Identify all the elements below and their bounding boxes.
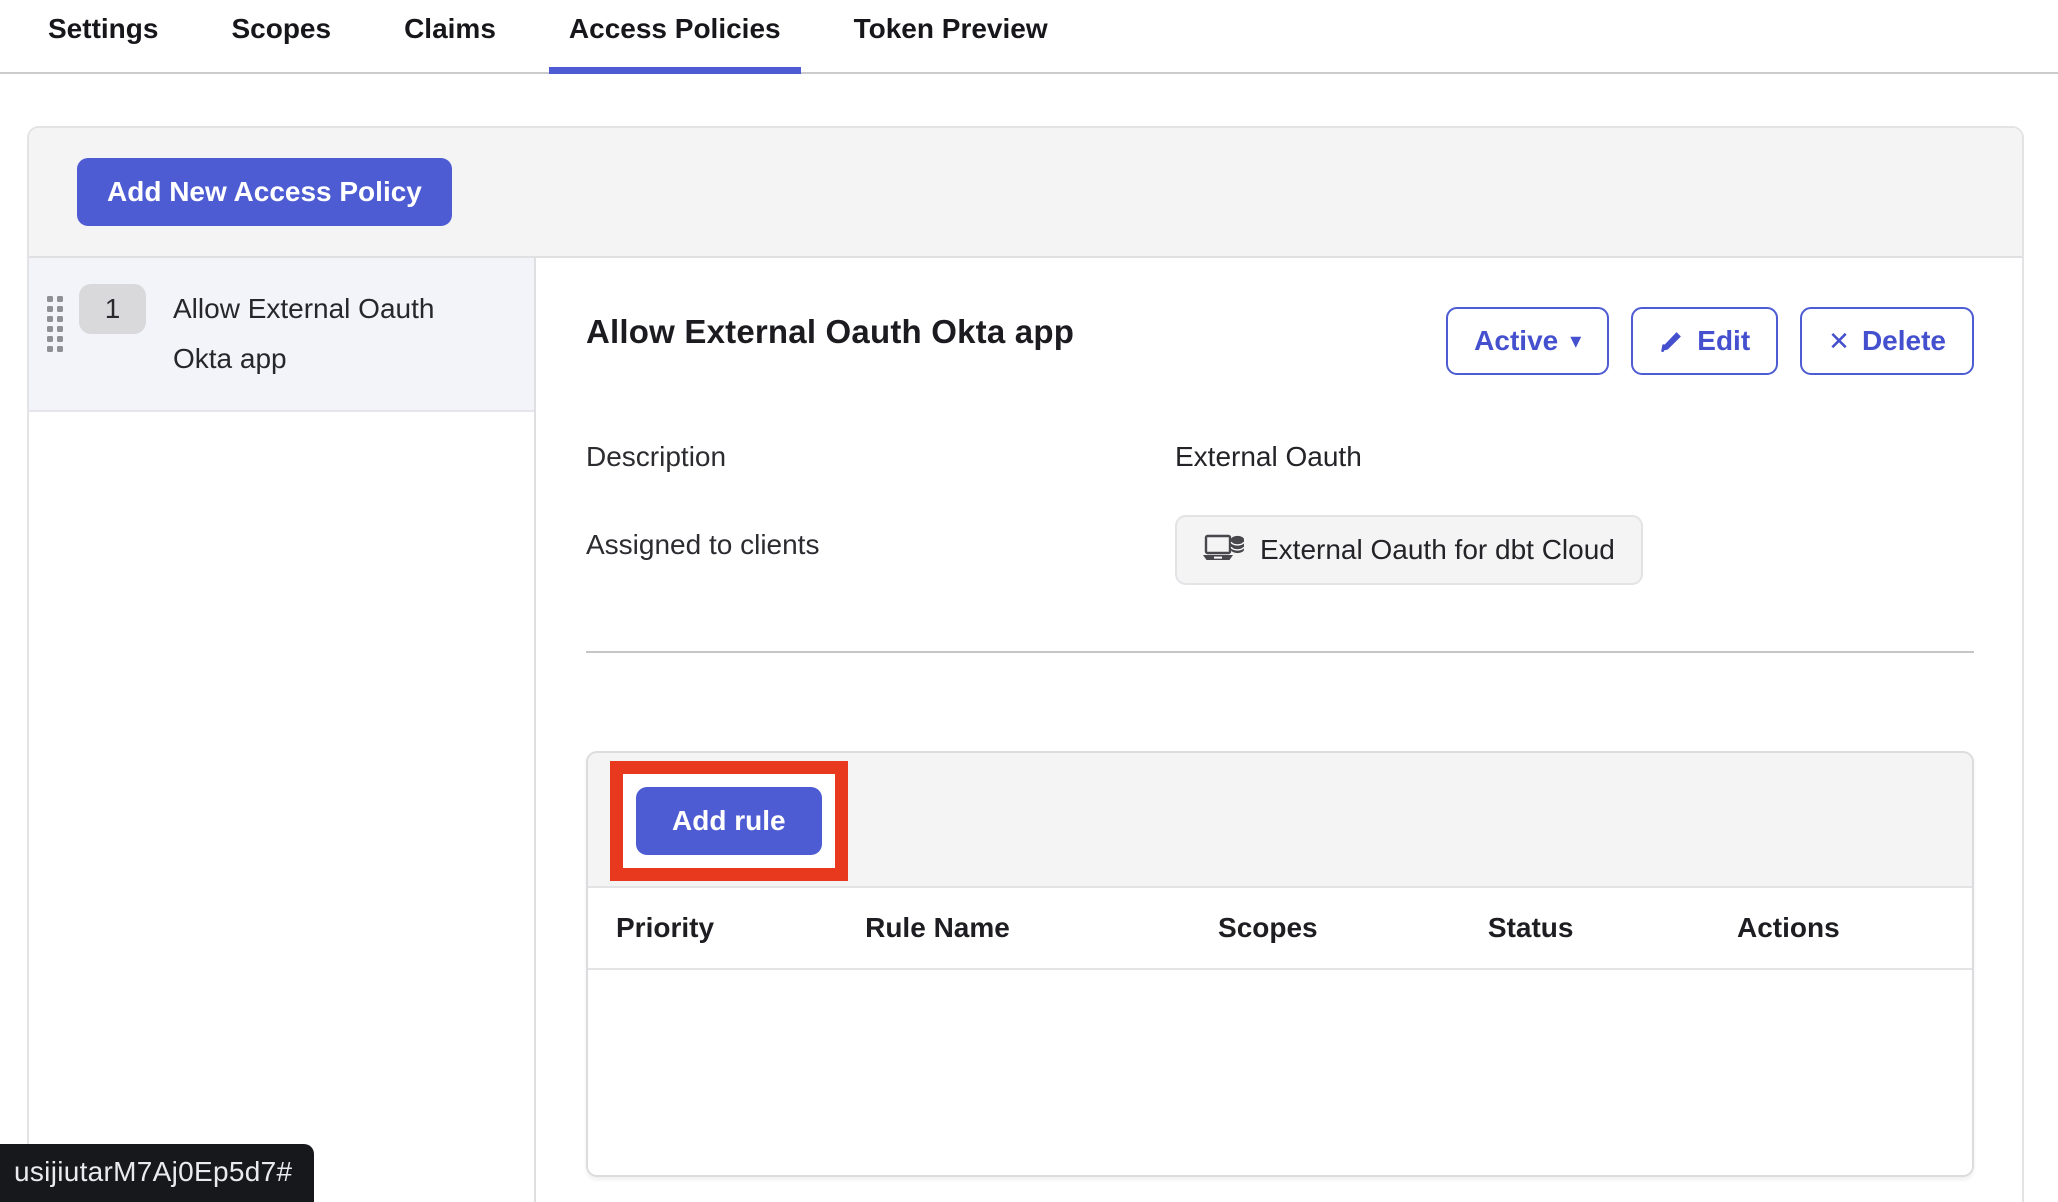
chevron-down-icon: ▾: [1570, 330, 1581, 352]
status-bar-url-tooltip: usijiutarM7Aj0Ep5d7#: [0, 1144, 314, 1202]
rules-table-empty-body: [588, 970, 1972, 1175]
add-rule-button[interactable]: Add rule: [636, 787, 822, 855]
policy-list: 1 Allow External Oauth Okta app: [29, 258, 536, 1202]
client-laptop-database-icon: [1203, 533, 1245, 567]
column-scopes: Scopes: [1190, 888, 1460, 968]
status-dropdown-button[interactable]: Active ▾: [1446, 307, 1609, 375]
policy-actions: Active ▾ Edit ✕ De: [1446, 307, 1974, 375]
column-status: Status: [1460, 888, 1709, 968]
policy-list-item[interactable]: 1 Allow External Oauth Okta app: [29, 258, 534, 412]
column-priority: Priority: [588, 888, 837, 968]
tabs-nav: Settings Scopes Claims Access Policies T…: [28, 0, 1068, 72]
column-actions: Actions: [1709, 888, 1972, 968]
assigned-client-chip-label: External Oauth for dbt Cloud: [1260, 534, 1615, 566]
status-dropdown-label: Active: [1474, 325, 1558, 357]
rules-table-header: Priority Rule Name Scopes Status Actions: [588, 888, 1972, 970]
policy-fields: Description External Oauth Assigned to c…: [586, 427, 1974, 585]
delete-button[interactable]: ✕ Delete: [1800, 307, 1974, 375]
access-policies-panel: Add New Access Policy 1 Allow External O…: [27, 126, 2024, 1202]
policy-detail-panel: Allow External Oauth Okta app Active ▾: [536, 258, 2022, 1202]
tab-bar: Settings Scopes Claims Access Policies T…: [0, 0, 2058, 74]
assigned-client-chip[interactable]: External Oauth for dbt Cloud: [1175, 515, 1643, 585]
delete-button-label: Delete: [1862, 325, 1946, 357]
policy-title: Allow External Oauth Okta app: [586, 313, 1074, 351]
edit-button[interactable]: Edit: [1631, 307, 1778, 375]
policy-name-label: Allow External Oauth Okta app: [173, 284, 468, 384]
section-divider: [586, 651, 1974, 653]
description-label: Description: [586, 427, 1175, 473]
policy-priority-badge: 1: [79, 284, 146, 334]
assigned-to-clients-label: Assigned to clients: [586, 515, 1175, 561]
pencil-icon: [1659, 328, 1685, 354]
tab-token-preview[interactable]: Token Preview: [834, 0, 1068, 74]
add-new-access-policy-button[interactable]: Add New Access Policy: [77, 158, 452, 226]
drag-handle-icon[interactable]: [47, 296, 63, 352]
rules-card: Add rule Priority Rule Name Scopes Statu…: [586, 751, 1974, 1177]
rules-toolbar: Add rule: [588, 753, 1972, 888]
annotation-highlight-box: Add rule: [610, 761, 848, 881]
column-rule-name: Rule Name: [837, 888, 1190, 968]
policies-toolbar: Add New Access Policy: [29, 128, 2022, 258]
tab-access-policies[interactable]: Access Policies: [549, 0, 801, 74]
tab-settings[interactable]: Settings: [28, 0, 178, 74]
close-icon: ✕: [1828, 328, 1850, 354]
description-value: External Oauth: [1175, 427, 1974, 473]
edit-button-label: Edit: [1697, 325, 1750, 357]
tab-claims[interactable]: Claims: [384, 0, 516, 74]
tab-scopes[interactable]: Scopes: [211, 0, 351, 74]
